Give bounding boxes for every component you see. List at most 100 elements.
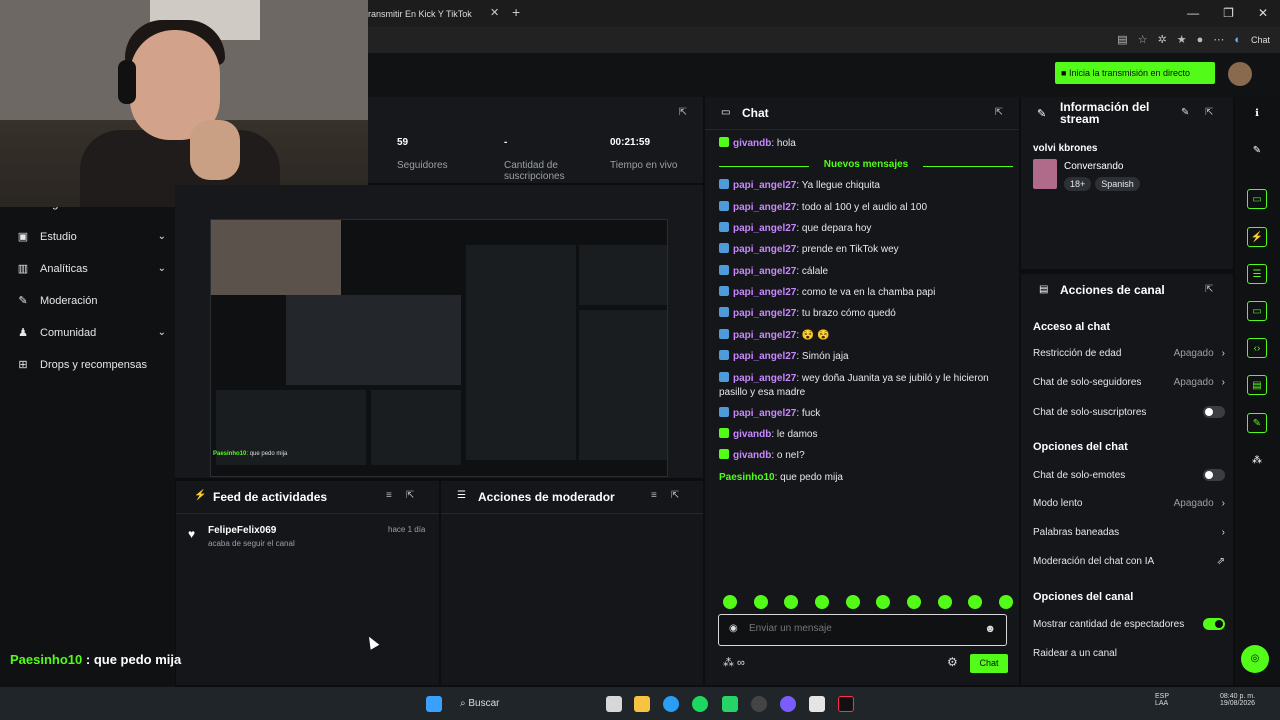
extensions-icon[interactable]: ✲: [1158, 33, 1167, 46]
reader-icon[interactable]: ▤: [1117, 33, 1127, 46]
new-messages-divider[interactable]: Nuevos mensajes: [719, 159, 1013, 173]
viewer-count-toggle[interactable]: [1203, 618, 1225, 630]
taskbar: [0, 687, 1280, 720]
list-icon[interactable]: ☰: [1247, 264, 1267, 284]
panel-actions: ≡ ⇱: [651, 490, 679, 501]
obs-icon[interactable]: [751, 696, 767, 712]
stream-preview[interactable]: [210, 219, 668, 477]
expand-icon[interactable]: ⇱: [1205, 107, 1213, 118]
category-thumbnail[interactable]: [1033, 159, 1057, 189]
emote-icon[interactable]: [723, 595, 737, 609]
chevron-right-icon: ›: [1221, 527, 1225, 538]
emoji-icon[interactable]: ☻: [984, 623, 996, 635]
chat-input-box[interactable]: ◉ ☻: [718, 614, 1007, 646]
filter-icon[interactable]: ≡: [386, 490, 392, 501]
browser-toolbar: ▤ ☆ ✲ ★ ● ⋯ ◐ Chat: [1117, 33, 1270, 47]
taskbar-search[interactable]: ⌕ Buscar: [450, 693, 600, 715]
emote-icon[interactable]: [876, 595, 891, 609]
apps-icon[interactable]: ⁂: [1247, 451, 1267, 471]
emote-icon[interactable]: [998, 595, 1013, 609]
copilot-icon[interactable]: ◐: [1234, 34, 1241, 46]
task-view-icon[interactable]: [606, 696, 622, 712]
minimize-button[interactable]: —: [1187, 6, 1199, 20]
sidebar-item-estudio[interactable]: ▣ Estudio ⌄: [16, 230, 166, 244]
whatsapp-icon[interactable]: [722, 696, 738, 712]
gear-icon[interactable]: ⚙: [947, 655, 958, 669]
profile-icon[interactable]: ●: [1197, 34, 1204, 46]
emote-icon[interactable]: [814, 595, 829, 609]
language-indicator[interactable]: ESP LAA: [1155, 693, 1169, 707]
discord-icon[interactable]: [780, 696, 796, 712]
slow-mode-row[interactable]: Modo lento Apagado ›: [1033, 498, 1225, 509]
category-name[interactable]: Conversando: [1064, 161, 1123, 172]
sidebar-item-analiticas[interactable]: ▥ Analíticas ⌄: [16, 262, 166, 276]
help-icon[interactable]: ◎: [1241, 645, 1269, 673]
points-icon[interactable]: ⁂ ∞: [723, 656, 745, 669]
chat-input[interactable]: [749, 623, 969, 634]
windows-start-icon[interactable]: [426, 696, 442, 712]
sidebar-item-comunidad[interactable]: ♟ Comunidad ⌄: [16, 326, 166, 340]
star-icon[interactable]: ☆: [1138, 33, 1148, 46]
subs-only-toggle[interactable]: [1203, 406, 1225, 418]
spotify-icon[interactable]: [692, 696, 708, 712]
server-icon[interactable]: ▤: [1247, 375, 1267, 395]
video-icon[interactable]: ▭: [1247, 189, 1267, 209]
expand-icon[interactable]: ⇱: [1205, 284, 1213, 295]
file-explorer-icon[interactable]: [634, 696, 650, 712]
panel-title: Acciones de canal: [1060, 283, 1165, 297]
info-icon[interactable]: ℹ: [1247, 104, 1267, 124]
favorites-icon[interactable]: ★: [1177, 33, 1187, 46]
maximize-button[interactable]: ❐: [1223, 6, 1234, 20]
raid-row[interactable]: Raidear a un canal: [1033, 648, 1225, 659]
sidebar-item-drops[interactable]: ⊞ Drops y recompensas: [16, 358, 166, 372]
mod-badge-icon: [719, 428, 729, 438]
close-tab-icon[interactable]: ✕: [490, 6, 499, 19]
tiktok-icon[interactable]: [838, 696, 854, 712]
window-controls: — ❐ ✕: [1187, 6, 1268, 20]
kick-badge-icon: [719, 179, 729, 189]
banned-words-row[interactable]: Palabras baneadas ›: [1033, 527, 1225, 538]
chat-send-button[interactable]: Chat: [970, 654, 1008, 673]
gift-icon: ⊞: [18, 359, 28, 371]
webcam-overlay: [0, 0, 368, 207]
ai-moderation-row[interactable]: Moderación del chat con IA ⇗: [1033, 556, 1225, 567]
chat-message: givandb: le damos: [719, 428, 1009, 442]
emotes-only-toggle[interactable]: [1203, 469, 1225, 481]
edit-icon[interactable]: ✎: [1181, 107, 1189, 118]
copilot-chat-label[interactable]: Chat: [1251, 35, 1270, 45]
pencil-icon[interactable]: ✎: [1247, 141, 1267, 161]
channel-actions-panel: ▤ Acciones de canal ⇱ Acceso al chat Res…: [1021, 274, 1233, 685]
kick-badge-icon: [719, 201, 729, 211]
emote-icon[interactable]: [968, 595, 983, 609]
filter-icon[interactable]: ≡: [651, 490, 657, 501]
emote-icon[interactable]: [937, 595, 952, 609]
expand-icon[interactable]: ⇱: [406, 490, 414, 501]
expand-icon[interactable]: ⇱: [995, 107, 1003, 118]
browser-tab[interactable]: ransmitir En Kick Y TikTok: [360, 4, 510, 26]
emote-icon[interactable]: [906, 595, 921, 609]
mod-badge-icon: [719, 449, 729, 459]
clock[interactable]: 08:40 p. m. 19/08/2026: [1220, 693, 1255, 707]
close-window-button[interactable]: ✕: [1258, 6, 1268, 20]
bolt-icon[interactable]: ⚡: [1247, 227, 1267, 247]
age-restriction-row[interactable]: Restricción de edad Apagado ›: [1033, 348, 1225, 359]
wrench-icon[interactable]: ✎: [1247, 413, 1267, 433]
code-icon[interactable]: ‹›: [1247, 338, 1267, 358]
notepad-icon[interactable]: [809, 696, 825, 712]
edge-icon[interactable]: [663, 696, 679, 712]
mod-badge-icon: [719, 137, 729, 147]
go-live-button[interactable]: ■ Inicia la transmisión en directo: [1055, 62, 1215, 84]
emote-icon[interactable]: [845, 595, 860, 609]
followers-only-row[interactable]: Chat de solo-seguidores Apagado ›: [1033, 377, 1225, 388]
wrench-icon: ✎: [1037, 108, 1047, 120]
new-tab-button[interactable]: +: [512, 4, 520, 20]
expand-icon[interactable]: ⇱: [679, 107, 687, 118]
avatar[interactable]: [1228, 62, 1252, 86]
chat-icon[interactable]: ▭: [1247, 301, 1267, 321]
feed-user[interactable]: FelipeFelix069: [208, 525, 276, 536]
more-icon[interactable]: ⋯: [1213, 33, 1224, 46]
sidebar-item-moderacion[interactable]: ✎ Moderación: [16, 294, 166, 308]
expand-icon[interactable]: ⇱: [671, 490, 679, 501]
emote-icon[interactable]: [753, 595, 768, 609]
emote-icon[interactable]: [784, 595, 799, 609]
